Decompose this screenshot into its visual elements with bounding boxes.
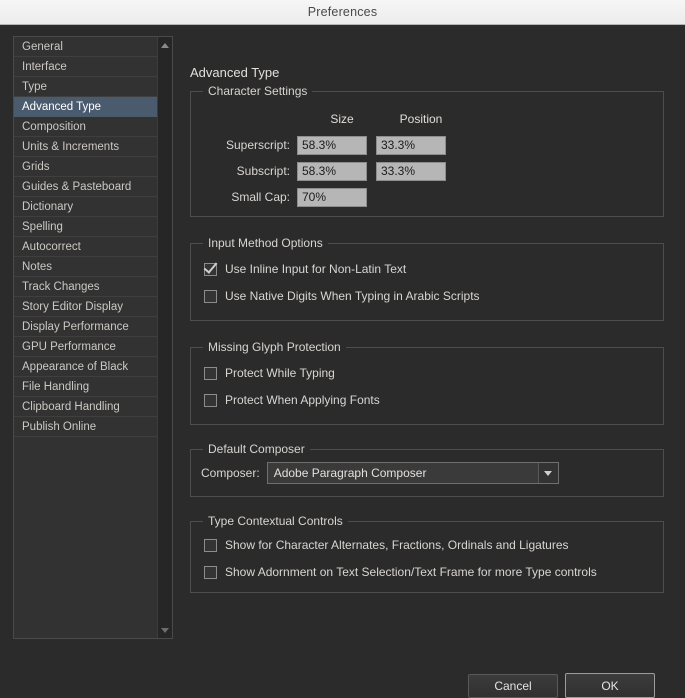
superscript-size-input[interactable] — [297, 135, 367, 155]
subscript-position-input[interactable] — [376, 161, 446, 181]
sidebar-item-appearance-of-black[interactable]: Appearance of Black — [14, 357, 158, 377]
missing-glyph-protection-group: Missing Glyph Protection Protect While T… — [190, 340, 664, 425]
small-cap-size-input[interactable] — [297, 187, 367, 207]
composer-label: Composer: — [201, 466, 260, 480]
sidebar-item-advanced-type[interactable]: Advanced Type — [14, 97, 158, 117]
checkbox-row-protect-while-typing[interactable]: Protect While Typing — [204, 366, 335, 380]
sidebar-item-general[interactable]: General — [14, 37, 158, 57]
composer-row: Composer: Adobe Paragraph Composer — [201, 462, 559, 484]
checkbox-row-show-adornment[interactable]: Show Adornment on Text Selection/Text Fr… — [204, 565, 597, 579]
window-titlebar: Preferences — [0, 0, 685, 25]
input-method-options-title: Input Method Options — [203, 236, 328, 250]
page-title: Advanced Type — [190, 65, 280, 80]
sidebar-item-guides-pasteboard[interactable]: Guides & Pasteboard — [14, 177, 158, 197]
small-cap-row: Small Cap: — [191, 187, 376, 207]
type-contextual-controls-group: Type Contextual Controls Show for Charac… — [190, 514, 664, 593]
missing-glyph-protection-title: Missing Glyph Protection — [203, 340, 346, 354]
sidebar-item-composition[interactable]: Composition — [14, 117, 158, 137]
superscript-position-input[interactable] — [376, 135, 446, 155]
ok-button[interactable]: OK — [565, 673, 655, 698]
superscript-row: Superscript: — [191, 135, 455, 155]
checkbox-label-character-alternates: Show for Character Alternates, Fractions… — [225, 538, 569, 552]
triangle-down-icon[interactable] — [158, 623, 172, 637]
sidebar-item-interface[interactable]: Interface — [14, 57, 158, 77]
triangle-up-icon[interactable] — [158, 38, 172, 52]
checkbox-row-native-digits[interactable]: Use Native Digits When Typing in Arabic … — [204, 289, 480, 303]
checkbox-native-digits[interactable] — [204, 289, 217, 303]
sidebar-item-gpu-performance[interactable]: GPU Performance — [14, 337, 158, 357]
composer-select-value: Adobe Paragraph Composer — [273, 466, 427, 480]
window-title: Preferences — [307, 5, 378, 19]
type-contextual-controls-title: Type Contextual Controls — [203, 514, 348, 528]
sidebar-item-dictionary[interactable]: Dictionary — [14, 197, 158, 217]
column-header-position: Position — [399, 112, 443, 126]
checkbox-label-inline-input: Use Inline Input for Non-Latin Text — [225, 262, 407, 276]
sidebar-item-story-editor-display[interactable]: Story Editor Display — [14, 297, 158, 317]
category-list[interactable]: General Interface Type Advanced Type Composi… — [14, 37, 158, 638]
cancel-button[interactable]: Cancel — [468, 674, 558, 698]
default-composer-group: Default Composer Composer: Adobe Paragra… — [190, 442, 664, 497]
superscript-label: Superscript: — [225, 138, 290, 152]
sidebar-scrollbar[interactable] — [157, 37, 172, 638]
preferences-dialog-body: General Interface Type Advanced Type Composi… — [0, 25, 685, 698]
subscript-row: Subscript: — [191, 161, 455, 181]
checkbox-row-inline-input[interactable]: Use Inline Input for Non-Latin Text — [204, 262, 406, 276]
subscript-label: Subscript: — [236, 164, 290, 178]
sidebar-item-clipboard-handling[interactable]: Clipboard Handling — [14, 397, 158, 417]
checkbox-label-protect-while-typing: Protect While Typing — [225, 366, 335, 380]
small-cap-label: Small Cap: — [231, 190, 290, 204]
sidebar-item-units-increments[interactable]: Units & Increments — [14, 137, 158, 157]
checkbox-character-alternates[interactable] — [204, 538, 217, 552]
sidebar-item-spelling[interactable]: Spelling — [14, 217, 158, 237]
sidebar-item-display-performance[interactable]: Display Performance — [14, 317, 158, 337]
checkbox-row-character-alternates[interactable]: Show for Character Alternates, Fractions… — [204, 538, 569, 552]
checkbox-inline-input[interactable] — [204, 262, 217, 276]
sidebar-item-publish-online[interactable]: Publish Online — [14, 417, 158, 437]
preferences-content-pane: Advanced Type Character Settings Size Po… — [190, 25, 670, 690]
sidebar-item-file-handling[interactable]: File Handling — [14, 377, 158, 397]
subscript-size-input[interactable] — [297, 161, 367, 181]
preferences-category-sidebar: General Interface Type Advanced Type Composi… — [13, 36, 173, 639]
checkbox-show-adornment[interactable] — [204, 565, 217, 579]
column-header-size: Size — [330, 112, 354, 126]
sidebar-item-notes[interactable]: Notes — [14, 257, 158, 277]
sidebar-item-track-changes[interactable]: Track Changes — [14, 277, 158, 297]
checkbox-label-show-adornment: Show Adornment on Text Selection/Text Fr… — [225, 565, 597, 579]
checkbox-protect-applying-fonts[interactable] — [204, 393, 217, 407]
character-settings-title: Character Settings — [203, 84, 313, 98]
sidebar-item-autocorrect[interactable]: Autocorrect — [14, 237, 158, 257]
chevron-down-icon[interactable] — [537, 463, 558, 483]
sidebar-item-grids[interactable]: Grids — [14, 157, 158, 177]
input-method-options-group: Input Method Options Use Inline Input fo… — [190, 236, 664, 321]
checkbox-row-protect-applying-fonts[interactable]: Protect When Applying Fonts — [204, 393, 380, 407]
default-composer-title: Default Composer — [203, 442, 310, 456]
checkbox-label-native-digits: Use Native Digits When Typing in Arabic … — [225, 289, 480, 303]
character-settings-group: Character Settings Size Position Supersc… — [190, 84, 664, 217]
composer-select[interactable]: Adobe Paragraph Composer — [266, 462, 559, 484]
sidebar-item-type[interactable]: Type — [14, 77, 158, 97]
checkbox-protect-while-typing[interactable] — [204, 366, 217, 380]
checkbox-label-protect-applying-fonts: Protect When Applying Fonts — [225, 393, 380, 407]
